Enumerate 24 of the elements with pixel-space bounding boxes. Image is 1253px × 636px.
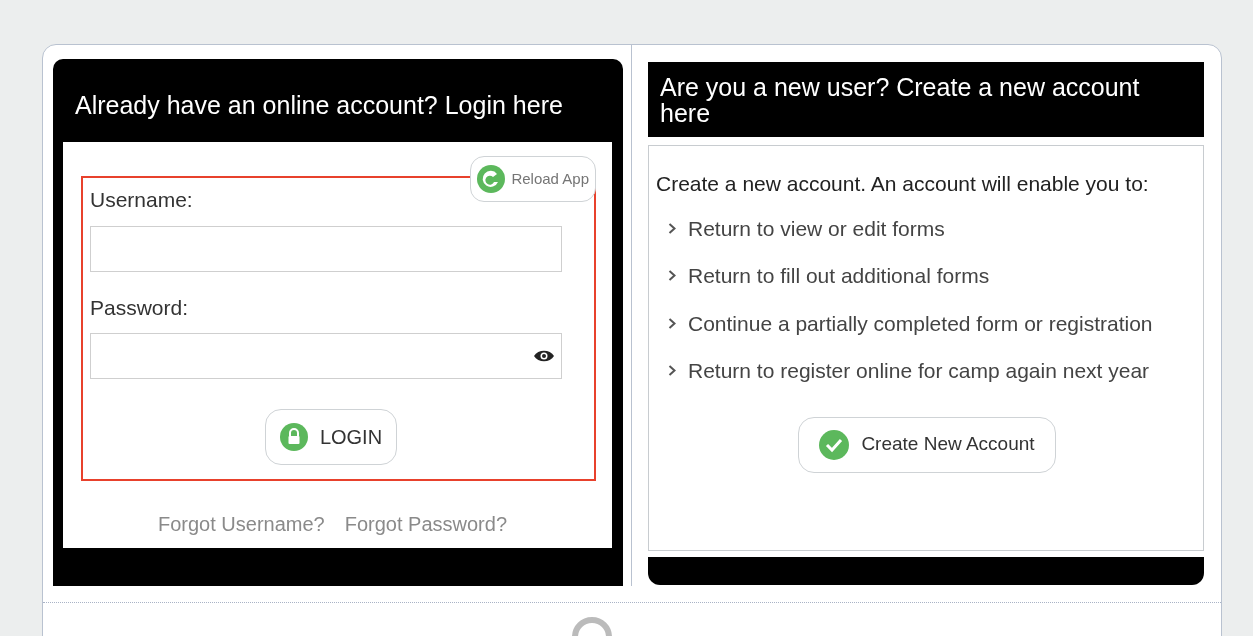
chevron-icon [668,270,676,282]
benefit-text: Continue a partially completed form or registration [688,310,1153,337]
username-label: Username: [90,187,194,213]
chevron-icon [668,222,676,234]
intro-text: Create a new account. An account will enable you to: [656,171,1150,197]
eye-icon[interactable] [533,349,555,363]
panel-title: Already have an online account? Login here [74,90,564,121]
username-field[interactable] [90,225,562,272]
benefit-text: Return to view or edit forms [688,215,945,242]
chevron-icon [668,365,676,377]
password-label: Password: [90,294,190,321]
create-account-button[interactable]: Create New Account [798,416,1056,473]
forgot-link[interactable]: Forgot Username? [157,509,325,539]
lock-icon [279,423,308,451]
chevron-icon [668,317,676,329]
reload-icon [477,165,506,193]
password-field[interactable] [90,333,562,379]
benefit-text: Return to register online for camp again next year [688,358,1150,384]
forgot-link[interactable]: Forgot Password? [344,509,507,539]
reload-button[interactable]: Reload App [470,156,596,202]
benefit-text: Return to fill out additional forms [688,263,990,289]
login-button[interactable]: LOGIN [265,409,397,465]
check-icon [819,429,850,460]
panel-title: Are you a new user? Create a new account here [648,62,1204,137]
